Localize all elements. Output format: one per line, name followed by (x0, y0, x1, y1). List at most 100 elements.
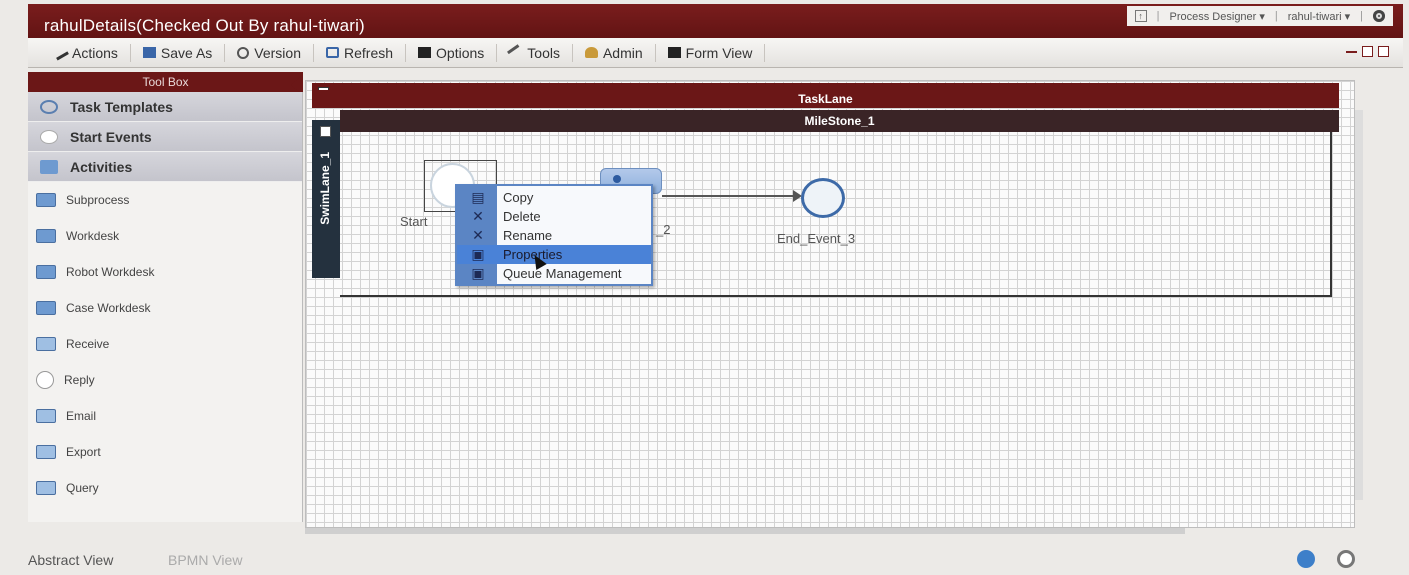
horizontal-scrollbar[interactable] (305, 528, 1185, 534)
hammer-icon (507, 44, 525, 61)
menu-item-queue-management[interactable]: ▣ Queue Management (457, 264, 651, 283)
properties-icon: ▣ (471, 246, 485, 262)
email-icon (36, 409, 56, 423)
role-dropdown[interactable]: Process Designer ▾ (1170, 10, 1265, 23)
next-icon[interactable] (1337, 550, 1355, 568)
tool-label: Workdesk (66, 229, 120, 243)
admin-icon (584, 47, 598, 58)
query-icon (36, 481, 56, 495)
copy-icon: ▤ (471, 189, 485, 205)
start-event-icon (40, 129, 58, 144)
clock-icon (40, 99, 58, 114)
options-icon (418, 47, 432, 58)
footer: Abstract View BPMN View (0, 538, 1409, 575)
app-window: rahulDetails(Checked Out By rahul-tiwari… (0, 0, 1409, 575)
menu-item-properties[interactable]: ▣ Properties (457, 245, 651, 264)
category-start-events[interactable]: Start Events (28, 122, 302, 152)
swimlane-label: SwimLane_1 (318, 152, 332, 225)
popout-icon[interactable] (1378, 46, 1389, 57)
toolbox-panel: Task Templates Start Events Activities S… (28, 92, 303, 522)
maximize-icon[interactable] (1362, 46, 1373, 57)
delete-icon: ✕ (472, 208, 484, 224)
toolbox-title: Tool Box (28, 72, 303, 92)
version-button[interactable]: Version (225, 43, 314, 62)
tab-bpmn-view[interactable]: BPMN View (168, 552, 242, 568)
activity-type-icon (613, 175, 621, 183)
menu-item-label: Copy (503, 190, 534, 205)
tool-reply[interactable]: Reply (28, 362, 302, 398)
menu-item-label: Rename (503, 228, 553, 243)
form-view-button[interactable]: Form View (656, 43, 766, 62)
tool-label: Reply (64, 373, 95, 387)
options-button[interactable]: Options (406, 43, 498, 62)
tasklane-title: TaskLane (312, 90, 1339, 108)
vertical-scrollbar[interactable] (1355, 110, 1363, 500)
category-label: Start Events (70, 128, 152, 145)
user-dropdown[interactable]: rahul-tiwari ▾ (1288, 10, 1350, 23)
tool-subprocess[interactable]: Subprocess (28, 182, 302, 218)
tool-robot-workdesk[interactable]: Robot Workdesk (28, 254, 302, 290)
end-event-label: End_Event_3 (777, 231, 856, 246)
tab-abstract-view[interactable]: Abstract View (28, 552, 113, 568)
actions-label: Actions (72, 44, 118, 61)
tool-email[interactable]: Email (28, 398, 302, 434)
admin-button[interactable]: Admin (573, 43, 656, 62)
refresh-button[interactable]: Refresh (314, 43, 407, 62)
collapse-toolbox-icon[interactable] (291, 77, 300, 93)
activity-label: _2 (656, 222, 671, 237)
previous-icon[interactable] (1297, 550, 1315, 568)
activity-icon (40, 159, 58, 174)
tool-export[interactable]: Export (28, 434, 302, 470)
robot-workdesk-icon (36, 265, 56, 279)
tool-label: Case Workdesk (66, 301, 151, 315)
actions-button[interactable]: Actions (42, 43, 131, 62)
menu-item-label: Queue Management (503, 266, 622, 281)
export-icon (36, 445, 56, 459)
refresh-icon (326, 47, 339, 58)
upload-icon[interactable]: ↑ (1134, 10, 1147, 22)
menu-item-rename[interactable]: ✕ Rename (457, 226, 651, 245)
context-menu: ▤ Copy ✕ Delete ✕ Rename ▣ Properties ▣ … (455, 184, 653, 286)
tools-button[interactable]: Tools (497, 43, 573, 62)
tool-query[interactable]: Query (28, 470, 302, 506)
save-as-label: Save As (160, 44, 213, 61)
tool-receive[interactable]: Receive (28, 326, 302, 362)
start-event-label: Start (400, 214, 428, 229)
window-controls (1346, 46, 1389, 57)
category-activities[interactable]: Activities (28, 152, 302, 182)
tool-label: Subprocess (66, 193, 130, 207)
end-event-node[interactable] (801, 178, 845, 218)
case-workdesk-icon (36, 301, 56, 315)
options-label: Options (436, 44, 485, 61)
version-icon (237, 46, 250, 59)
tool-label: Query (66, 481, 99, 495)
version-label: Version (254, 44, 301, 61)
receive-icon (36, 337, 56, 351)
save-as-button[interactable]: Save As (131, 43, 226, 62)
minimize-icon[interactable] (1346, 46, 1357, 53)
settings-icon[interactable] (1373, 10, 1385, 22)
collapse-swimlane-icon[interactable] (320, 126, 331, 137)
category-label: Task Templates (70, 98, 173, 115)
rename-icon: ✕ (472, 227, 484, 243)
category-label: Activities (70, 158, 133, 175)
category-task-templates[interactable]: Task Templates (28, 92, 302, 122)
form-view-label: Form View (685, 44, 753, 61)
tool-label: Email (66, 409, 97, 423)
admin-label: Admin (602, 44, 643, 61)
wrench-icon (52, 44, 69, 61)
sequence-flow[interactable] (662, 195, 795, 197)
main-toolbar: Actions Save As Version Refresh Options … (28, 38, 1403, 68)
form-icon (667, 47, 681, 58)
tool-label: Export (66, 445, 101, 459)
title-right-menu: ↑ | Process Designer ▾ | rahul-tiwari ▾ … (1126, 6, 1393, 26)
menu-item-label: Delete (503, 209, 541, 224)
tool-workdesk[interactable]: Workdesk (28, 218, 302, 254)
swimlane-header[interactable]: SwimLane_1 (312, 120, 340, 278)
save-icon (142, 47, 156, 58)
milestone-title[interactable]: MileStone_1 (340, 110, 1339, 132)
reply-icon (36, 371, 54, 389)
tool-case-workdesk[interactable]: Case Workdesk (28, 290, 302, 326)
menu-item-delete[interactable]: ✕ Delete (457, 207, 651, 226)
menu-item-copy[interactable]: ▤ Copy (457, 188, 651, 207)
